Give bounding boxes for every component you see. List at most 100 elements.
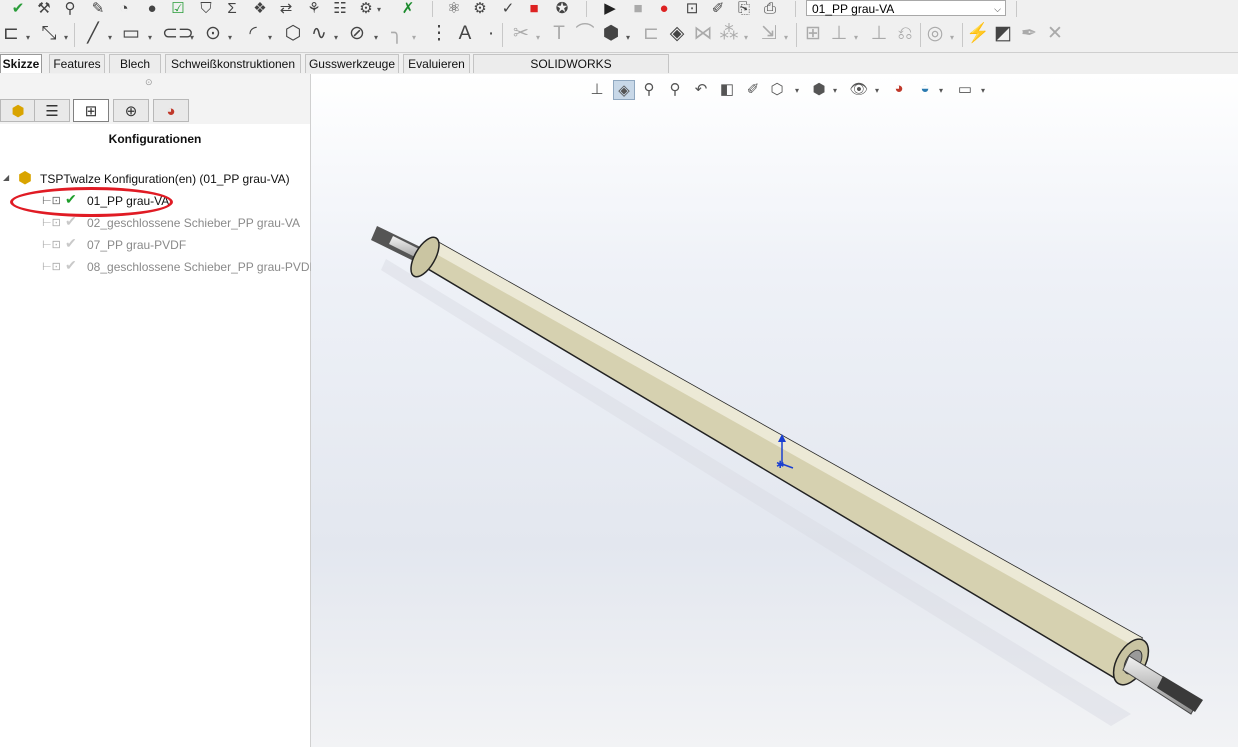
- shield-icon[interactable]: ⛉: [196, 0, 216, 18]
- color-icon[interactable]: ●: [142, 0, 162, 18]
- chevron-down-icon[interactable]: ⌵: [994, 1, 1001, 17]
- tab-features[interactable]: Features: [49, 54, 105, 73]
- config-item-07[interactable]: 07_PP grau-PVDF: [87, 238, 186, 252]
- chevron-down-icon[interactable]: ▾: [26, 33, 30, 42]
- tree-collapse-icon[interactable]: ◢: [3, 173, 9, 182]
- chevron-down-icon[interactable]: ▾: [374, 33, 378, 42]
- arc-icon[interactable]: ◜: [242, 19, 264, 49]
- ink-icon[interactable]: ✒: [1018, 19, 1040, 49]
- config-item-02[interactable]: 02_geschlossene Schieber_PP grau-VA: [87, 216, 300, 230]
- offset-icon[interactable]: ⌒: [574, 19, 596, 49]
- chevron-down-icon[interactable]: ▾: [108, 33, 112, 42]
- rapid-sketch-icon[interactable]: ◎: [924, 19, 946, 49]
- line-icon[interactable]: ╱: [82, 19, 104, 49]
- tab-evaluieren[interactable]: Evaluieren: [403, 54, 470, 73]
- tab-property-manager[interactable]: ☰: [34, 99, 70, 122]
- polygon-icon[interactable]: ⬡: [282, 19, 304, 49]
- highlight-annotation: [10, 187, 173, 217]
- chevron-down-icon[interactable]: ▾: [148, 33, 152, 42]
- chevron-down-icon[interactable]: ▾: [334, 33, 338, 42]
- text-icon[interactable]: A: [454, 19, 476, 49]
- point-icon[interactable]: ·: [480, 19, 502, 49]
- macro-icon[interactable]: ⊡: [682, 0, 702, 18]
- ellipse-icon[interactable]: ⊘: [346, 19, 368, 49]
- tab-schweisskonstruktionen[interactable]: Schweißkonstruktionen: [165, 54, 301, 73]
- chevron-down-icon[interactable]: ▾: [784, 33, 788, 42]
- slot-icon[interactable]: ⊂⊃: [162, 19, 194, 49]
- surface-icon[interactable]: ⬢: [600, 19, 622, 49]
- smart-dimension-icon[interactable]: ⤡: [38, 19, 60, 49]
- repair-icon[interactable]: ⎌: [894, 19, 916, 49]
- settings-icon[interactable]: ⚙: [356, 0, 376, 18]
- simulation-icon[interactable]: ⚛: [444, 0, 464, 18]
- spline-icon[interactable]: ∿: [308, 19, 330, 49]
- stop-square-icon[interactable]: ■: [524, 0, 544, 18]
- chevron-down-icon[interactable]: ▾: [744, 33, 748, 42]
- configuration-select[interactable]: 01_PP grau-VA ⌵: [806, 0, 1006, 16]
- world-icon[interactable]: ✪: [552, 0, 572, 18]
- tab-blech[interactable]: Blech: [109, 54, 161, 73]
- rectangle-icon[interactable]: ▭: [120, 19, 142, 49]
- chevron-down-icon[interactable]: ▾: [268, 33, 272, 42]
- circular-pattern-icon[interactable]: ⁂: [718, 19, 740, 49]
- tab-display-manager[interactable]: ◕: [153, 99, 189, 122]
- tab-feature-manager[interactable]: ⬢: [0, 99, 36, 122]
- move-icon[interactable]: ⇲: [758, 19, 780, 49]
- gauge-icon[interactable]: ◔: [114, 0, 134, 18]
- macro-new-icon[interactable]: ⎘: [734, 0, 754, 18]
- sketch-icon[interactable]: ⊏: [0, 19, 22, 49]
- rebuild-check-icon[interactable]: ✔: [8, 0, 28, 18]
- record-icon[interactable]: ●: [654, 0, 674, 18]
- excel-icon[interactable]: ✗: [398, 0, 418, 18]
- chevron-down-icon[interactable]: ▾: [377, 5, 381, 14]
- tab-configuration-manager[interactable]: ⊞: [73, 99, 109, 122]
- tab-dimxpert-manager[interactable]: ⊕: [113, 99, 149, 122]
- tree-root-label[interactable]: TSPTwalze Konfiguration(en) (01_PP grau-…: [40, 172, 290, 186]
- chevron-down-icon[interactable]: ▾: [536, 33, 540, 42]
- macro-edit-icon[interactable]: ✐: [708, 0, 728, 18]
- stop-icon[interactable]: ■: [628, 0, 648, 18]
- linear-pattern-icon[interactable]: ⋈: [692, 19, 714, 49]
- panel-grip-icon[interactable]: ⊙: [145, 77, 153, 88]
- tab-skizze[interactable]: Skizze: [0, 54, 42, 73]
- configuration-icon: ⊢⊡: [42, 261, 61, 273]
- chevron-down-icon[interactable]: ▾: [64, 33, 68, 42]
- shaded-sketch-icon[interactable]: ◩: [992, 19, 1014, 49]
- chevron-down-icon[interactable]: ▾: [228, 33, 232, 42]
- centerline-icon[interactable]: ⋮: [428, 19, 450, 49]
- flow-icon[interactable]: ⚙: [470, 0, 490, 18]
- measure-icon[interactable]: ⚲: [60, 0, 80, 18]
- chevron-down-icon[interactable]: ▾: [412, 33, 416, 42]
- instant2d-icon[interactable]: ⚡: [966, 19, 990, 49]
- tag-icon[interactable]: ◈: [666, 19, 688, 49]
- macro-custom-icon[interactable]: ⎙: [760, 0, 780, 18]
- roller-highlight: [429, 241, 1142, 648]
- chevron-down-icon[interactable]: ▾: [190, 33, 194, 42]
- trim-icon[interactable]: ✂: [510, 19, 532, 49]
- shield-check-icon[interactable]: ☑: [168, 0, 188, 18]
- done-icon[interactable]: ✓: [498, 0, 518, 18]
- close-icon[interactable]: ✕: [1044, 19, 1066, 49]
- play-icon[interactable]: ▶: [600, 0, 620, 18]
- horizontal-icon[interactable]: ⊥: [868, 19, 890, 49]
- tool-icon[interactable]: ⚒: [34, 0, 54, 18]
- tab-solidworks-zusatzanwendungen[interactable]: SOLIDWORKS Zusatzanwendungen: [473, 54, 669, 90]
- chevron-down-icon[interactable]: ▾: [854, 33, 858, 42]
- fix-icon[interactable]: ⊥: [828, 19, 850, 49]
- sigma-icon[interactable]: Σ: [222, 0, 242, 18]
- checklist-icon[interactable]: ☷: [330, 0, 350, 18]
- chevron-down-icon[interactable]: ▾: [626, 33, 630, 42]
- arrows-icon[interactable]: ⇄: [276, 0, 296, 18]
- chevron-down-icon[interactable]: ▾: [950, 33, 954, 42]
- relations-icon[interactable]: ⊞: [802, 19, 824, 49]
- graphics-area[interactable]: ⊥ ◈ ⚲ ⚲ ↶ ◧ ✐ ⬡ ▾ ⬢ ▾ 👁 ▾ ◕ ◒ ▾ ▭ ▾ ◧ ◨ …: [311, 74, 1238, 747]
- mirror-icon[interactable]: ⊏: [640, 19, 662, 49]
- tab-gusswerkzeuge[interactable]: Gusswerkzeuge: [305, 54, 399, 73]
- fountain-icon[interactable]: ⚘: [304, 0, 324, 18]
- circle-icon[interactable]: ⊙: [202, 19, 224, 49]
- diamond-icon[interactable]: ❖: [250, 0, 270, 18]
- config-item-08[interactable]: 08_geschlossene Schieber_PP grau-PVDF: [87, 260, 317, 274]
- convert-icon[interactable]: T: [548, 19, 570, 49]
- edit-icon[interactable]: ✎: [88, 0, 108, 18]
- fillet-icon[interactable]: ╮: [386, 19, 408, 49]
